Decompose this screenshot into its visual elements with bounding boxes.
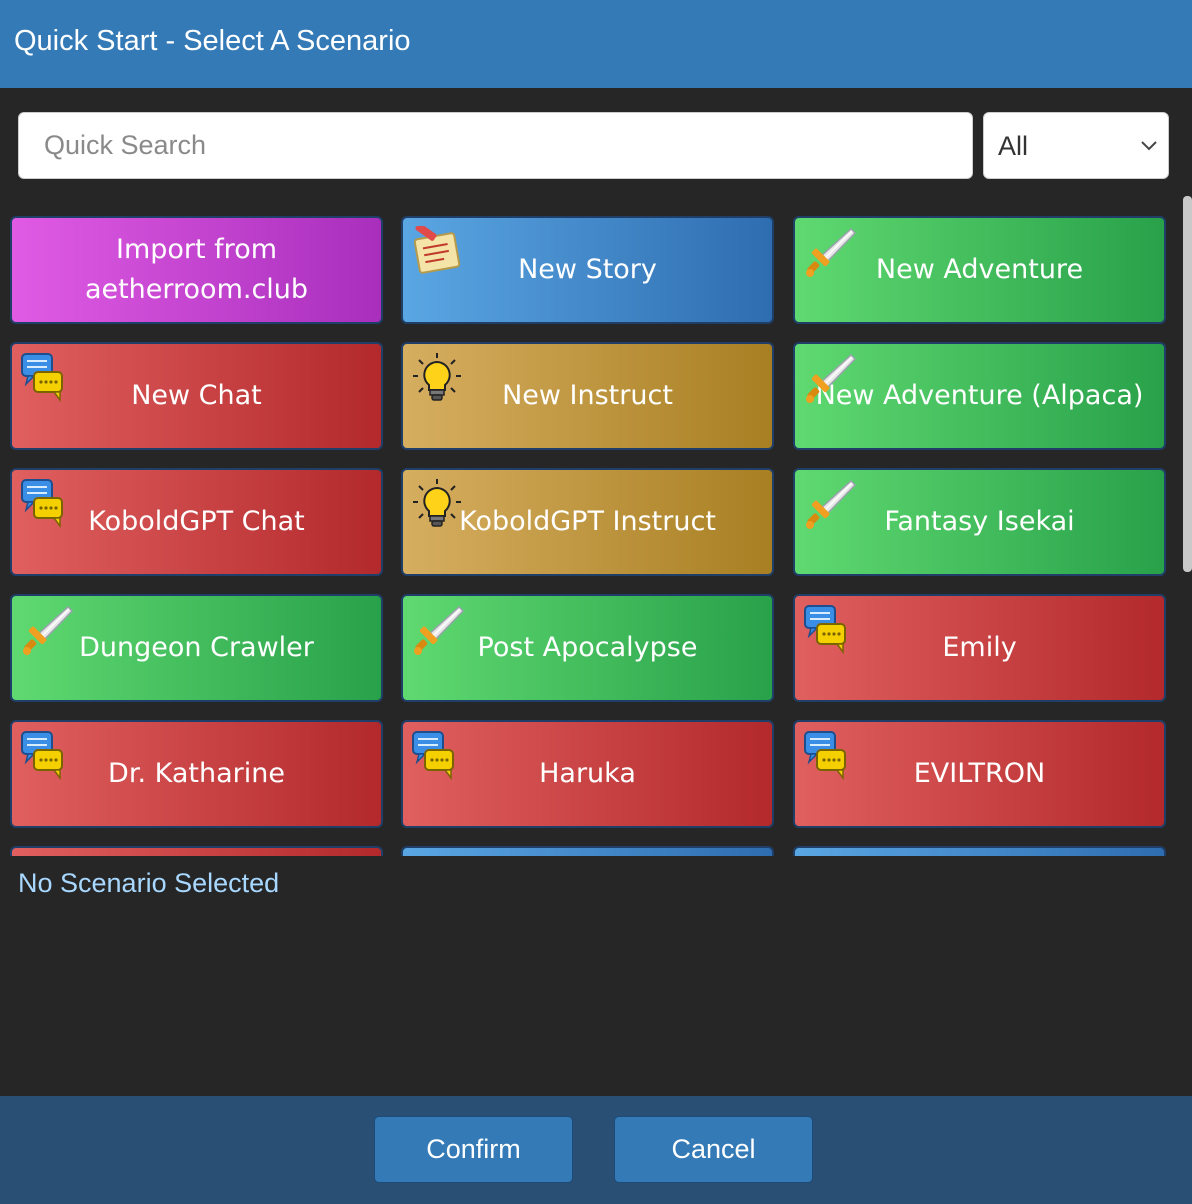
scenario-tile-emily[interactable]: Emily	[793, 594, 1166, 702]
scenario-grid: Import from aetherroom.club New Story New …	[0, 196, 1182, 856]
scenario-label: Import from aetherroom.club	[84, 234, 309, 305]
chat-bubble-icon	[411, 730, 455, 792]
scenario-tile-empty[interactable]	[401, 846, 774, 856]
scenario-label: New Chat	[131, 380, 262, 411]
dialog-footer	[0, 1096, 1192, 1204]
scenario-label: Post Apocalypse	[477, 632, 698, 663]
sword-icon	[20, 604, 74, 670]
scenario-tile-new-adventure-alpaca[interactable]: New Adventure (Alpaca)	[793, 342, 1166, 450]
scenario-label: New Instruct	[502, 380, 673, 411]
scenario-tile-haruka[interactable]: Haruka	[401, 720, 774, 828]
chat-bubble-icon	[20, 478, 64, 540]
scenario-tile-post-apocalypse[interactable]: Post Apocalypse	[401, 594, 774, 702]
scenario-label: Dr. Katharine	[108, 758, 285, 789]
lightbulb-icon	[411, 478, 463, 542]
chevron-down-icon	[1140, 135, 1158, 161]
filter-selected-value: All	[998, 131, 1029, 161]
scenario-label: New Story	[518, 254, 657, 285]
scenario-tile-new-instruct[interactable]: New Instruct	[401, 342, 774, 450]
sword-icon	[803, 478, 857, 544]
chat-bubble-icon	[20, 730, 64, 792]
scenario-tile-dungeon-crawler[interactable]: Dungeon Crawler	[10, 594, 383, 702]
quick-search-input[interactable]	[18, 112, 973, 179]
notepad-icon	[411, 223, 463, 286]
scenario-tile-koboldgpt-chat[interactable]: KoboldGPT Chat	[10, 468, 383, 576]
scenario-grid-scrollbar[interactable]	[1183, 196, 1192, 572]
scenario-tile-fantasy-isekai[interactable]: Fantasy Isekai	[793, 468, 1166, 576]
selected-scenario-status: No Scenario Selected	[18, 868, 280, 898]
scenario-label: Haruka	[539, 758, 636, 789]
sword-icon	[803, 352, 857, 418]
scenario-label: KoboldGPT Instruct	[459, 506, 716, 537]
scenario-label: Emily	[942, 632, 1017, 663]
chat-bubble-icon	[20, 352, 64, 414]
scenario-tile-new-story[interactable]: New Story	[401, 216, 774, 324]
confirm-button[interactable]: Confirm	[374, 1116, 573, 1183]
lightbulb-icon	[411, 352, 463, 416]
scenario-tile-eviltron[interactable]: EVILTRON	[793, 720, 1166, 828]
sword-icon	[803, 226, 857, 292]
scenario-tile-import-from-aetherroom-club[interactable]: Import from aetherroom.club	[10, 216, 383, 324]
dialog-title: Quick Start - Select A Scenario	[14, 25, 411, 57]
scenario-tile-dr-katharine[interactable]: Dr. Katharine	[10, 720, 383, 828]
scenario-tile-new-adventure[interactable]: New Adventure	[793, 216, 1166, 324]
chat-bubble-icon	[803, 730, 847, 792]
category-filter-select[interactable]: All	[983, 112, 1169, 179]
scenario-label: Dungeon Crawler	[79, 632, 314, 663]
scenario-tile-koboldgpt-instruct[interactable]: KoboldGPT Instruct	[401, 468, 774, 576]
sword-icon	[411, 604, 465, 670]
scenario-tile-empty[interactable]	[10, 846, 383, 856]
scenario-label: KoboldGPT Chat	[88, 506, 305, 537]
scenario-label: New Adventure	[875, 254, 1084, 285]
scenario-tile-new-chat[interactable]: New Chat	[10, 342, 383, 450]
scenario-label: EVILTRON	[913, 758, 1046, 789]
chat-bubble-icon	[803, 604, 847, 666]
dialog-titlebar: Quick Start - Select A Scenario	[0, 0, 1192, 88]
scenario-tile-empty[interactable]	[793, 846, 1166, 856]
scenario-label: Fantasy Isekai	[884, 506, 1075, 537]
cancel-button[interactable]: Cancel	[614, 1116, 813, 1183]
